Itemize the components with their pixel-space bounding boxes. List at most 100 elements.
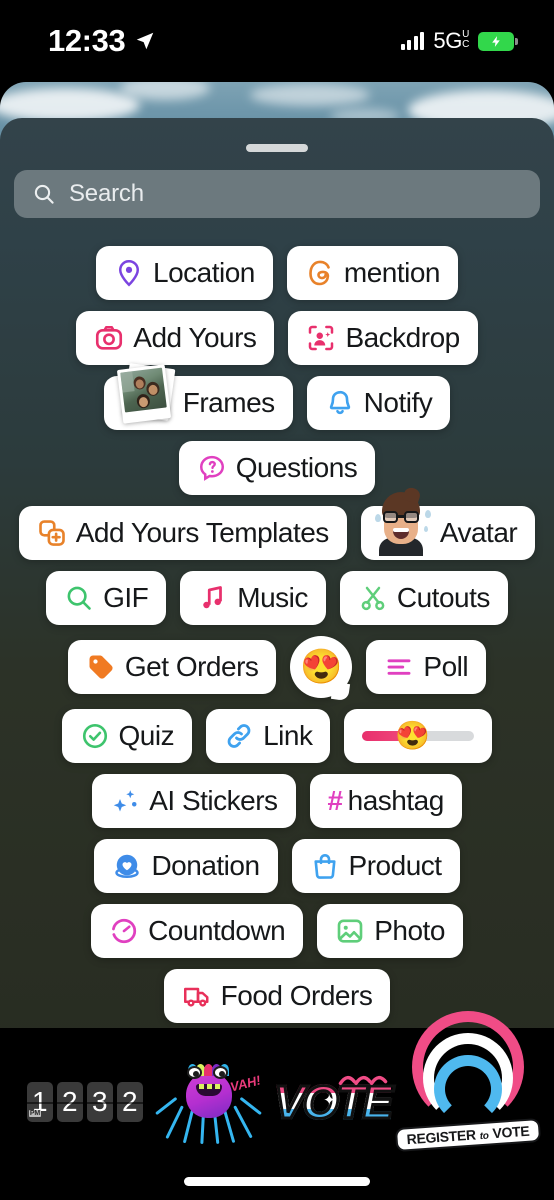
- digit-value: 3: [92, 1086, 108, 1117]
- spider-monster-sticker[interactable]: VAH!: [154, 1054, 262, 1150]
- sticker-label: Add Yours Templates: [75, 517, 330, 548]
- digit-value: 2: [62, 1086, 78, 1117]
- sticker-link[interactable]: Link: [206, 709, 331, 763]
- timer-icon: [111, 918, 137, 944]
- sticker-add-yours-templates[interactable]: Add Yours Templates: [18, 506, 347, 560]
- sticker-label: Poll: [423, 651, 469, 682]
- sticker-ai-stickers[interactable]: AI Stickers: [92, 774, 296, 828]
- sticker-countdown[interactable]: Countdown: [91, 904, 304, 958]
- threads-at-icon: [309, 260, 330, 286]
- sticker-mention[interactable]: mention: [286, 246, 458, 300]
- sticker-add-yours[interactable]: Add Yours: [76, 311, 275, 365]
- sticker-label: Notify: [363, 387, 433, 418]
- sticker-notify[interactable]: Notify: [306, 376, 451, 430]
- hash-icon: #: [327, 785, 344, 816]
- vote-swoosh-icon: [339, 1075, 388, 1086]
- sticker-label: hashtag: [347, 785, 445, 816]
- map-pin-icon: [118, 259, 140, 287]
- sticker-label: Link: [263, 720, 313, 751]
- meridiem-label: PM: [28, 1110, 41, 1117]
- sticker-label: Backdrop: [345, 322, 460, 353]
- sticker-emoji-reaction[interactable]: 😍: [290, 636, 353, 698]
- search-placeholder: Search: [69, 180, 144, 207]
- slider-thumb[interactable]: 😍: [395, 722, 430, 750]
- sticker-label: AI Stickers: [149, 785, 278, 816]
- sticker-backdrop[interactable]: Backdrop: [288, 311, 478, 365]
- sticker-label: Get Orders: [124, 651, 259, 682]
- sticker-poll[interactable]: Poll: [366, 640, 487, 694]
- slider-track[interactable]: 😍: [362, 722, 475, 750]
- location-arrow-icon: [137, 32, 154, 50]
- question-bubble-icon: [199, 455, 224, 481]
- search-input[interactable]: Search: [14, 170, 540, 218]
- flip-clock-sticker[interactable]: PM 1 2 3 2: [26, 1082, 143, 1122]
- sticker-quiz[interactable]: Quiz: [61, 709, 193, 763]
- sticker-label: Countdown: [148, 915, 286, 946]
- sticker-row: Frames Notify: [0, 363, 554, 430]
- sticker-row: Quiz Link 😍: [0, 709, 554, 763]
- status-bar-clock: 12:33: [48, 23, 126, 58]
- check-circle-icon: [82, 723, 107, 749]
- sticker-gif[interactable]: GIF: [46, 571, 167, 625]
- sticker-product[interactable]: Product: [291, 839, 460, 893]
- flip-digit: PM 1: [26, 1082, 53, 1122]
- sticker-donation[interactable]: Donation: [94, 839, 278, 893]
- sticker-label: Avatar: [439, 517, 518, 548]
- sticker-emoji-slider[interactable]: 😍: [344, 709, 493, 763]
- sticker-get-orders[interactable]: Get Orders: [67, 640, 277, 694]
- sticker-label: Quiz: [118, 720, 175, 751]
- sparkle-icon: [113, 790, 137, 812]
- sticker-food-orders[interactable]: Food Orders: [163, 969, 391, 1023]
- camera-icon: [96, 325, 123, 350]
- magnifier-icon: [67, 586, 91, 610]
- spider-text: VAH!: [228, 1072, 262, 1095]
- sticker-label: Donation: [151, 850, 260, 881]
- status-bar: 12:33 5G UC: [0, 0, 554, 82]
- flip-digit: 2: [116, 1082, 143, 1122]
- image-icon: [337, 919, 363, 943]
- sticker-music[interactable]: Music: [180, 571, 326, 625]
- sticker-cutouts[interactable]: Cutouts: [339, 571, 508, 625]
- flip-digit: 3: [86, 1082, 113, 1122]
- price-tag-icon: [89, 655, 113, 679]
- battery-charging-icon: [478, 31, 518, 51]
- sticker-tray-sheet: Search Location mention Add Yours Backdr…: [0, 118, 554, 1128]
- vote-star-icon: ✦: [323, 1091, 336, 1109]
- vote-sticker[interactable]: VOTE ✦: [273, 1075, 395, 1130]
- sticker-row: Countdown Photo: [0, 904, 554, 958]
- sticker-row: Questions: [0, 441, 554, 495]
- sticker-label: Food Orders: [220, 980, 373, 1011]
- sticker-location[interactable]: Location: [96, 246, 273, 300]
- sticker-label: Cutouts: [396, 582, 491, 613]
- sticker-label: Photo: [374, 915, 445, 946]
- register-text: REGISTER: [406, 1126, 477, 1148]
- heart-coin-icon: [115, 854, 140, 878]
- sticker-questions[interactable]: Questions: [178, 441, 376, 495]
- sticker-frames[interactable]: Frames: [103, 363, 293, 430]
- shopping-bag-icon: [313, 853, 336, 879]
- home-indicator: [184, 1177, 370, 1186]
- sticker-label: Music: [237, 582, 308, 613]
- music-note-icon: [203, 586, 223, 609]
- search-icon: [34, 184, 54, 204]
- sticker-avatar[interactable]: Avatar: [360, 492, 536, 560]
- cellular-bars-icon: [400, 32, 425, 50]
- sheet-drag-handle[interactable]: [246, 144, 308, 152]
- sticker-row: Add Yours Backdrop: [0, 311, 554, 365]
- sticker-hashtag[interactable]: # hashtag: [309, 774, 462, 828]
- sticker-row: Add Yours Templates Avatar: [0, 492, 554, 560]
- sticker-row: Donation Product: [0, 839, 554, 893]
- sticker-row: AI Stickers # hashtag: [0, 774, 554, 828]
- emoji-glyph: 😍: [300, 648, 343, 686]
- status-bar-right: 5G UC: [400, 28, 518, 54]
- sticker-photo[interactable]: Photo: [317, 904, 463, 958]
- poll-bars-icon: [387, 659, 411, 675]
- sticker-label: Questions: [235, 452, 358, 483]
- chain-link-icon: [227, 724, 251, 748]
- person-sparkle-icon: [309, 325, 334, 351]
- flip-digit: 2: [56, 1082, 83, 1122]
- status-bar-left: 12:33: [48, 23, 156, 59]
- featured-sticker-strip: PM 1 2 3 2 VAH! VOTE ✦ REGISTER to VOTE: [0, 1011, 554, 1200]
- to-text: to: [479, 1130, 490, 1143]
- register-to-vote-sticker[interactable]: REGISTER to VOTE: [395, 1011, 542, 1153]
